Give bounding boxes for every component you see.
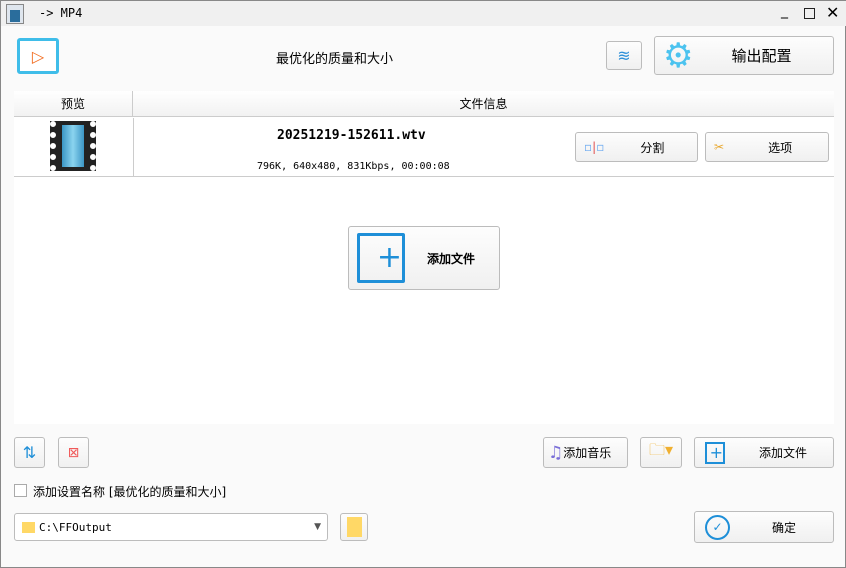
output-config-button[interactable]: ⚙ 输出配置 [654,36,834,75]
minimize-button[interactable]: _ [781,3,788,19]
add-music-button[interactable]: ♫ 添加音乐 [543,437,628,468]
output-path-dropdown[interactable]: C:\FFOutput ▼ [14,513,328,541]
add-folder-button[interactable]: 🗀▾ [640,437,682,468]
video-format-icon: ▷ [17,38,59,74]
options-button[interactable]: ✂ 选项 [705,132,829,162]
add-file-button[interactable]: + 添加文件 [694,437,834,468]
sort-button[interactable]: ⇅ [14,437,45,468]
ok-button[interactable]: ✓ 确定 [694,511,834,543]
file-list: 预览 文件信息 20251219-152611.wtv 796K, 640x48… [14,91,834,424]
video-thumbnail-icon [50,121,96,171]
split-icon: ▫|▫ [584,140,605,154]
preset-name: 最优化的质量和大小 [276,52,394,67]
folder-icon [22,521,35,533]
table-row[interactable]: 20251219-152611.wtv 796K, 640x480, 831Kb… [14,118,834,177]
column-header-preview: 预览 [14,91,133,117]
maximize-button[interactable] [804,8,815,19]
file-name: 20251219-152611.wtv [277,128,426,143]
chevron-down-icon: ▼ [314,522,321,532]
add-name-label: 添加设置名称 [最优化的质量和大小] [33,485,227,499]
file-info: 796K, 640x480, 831Kbps, 00:00:08 [257,161,450,172]
gear-icon: ⚙ [663,35,694,76]
browse-folder-button[interactable] [340,513,368,541]
music-icon: ♫ [548,442,564,463]
title-bar: -> MP4 _ ✕ [1,1,846,26]
scissors-icon: ✂ [714,140,725,154]
add-name-checkbox[interactable] [14,484,27,497]
sort-icon: ⇅ [22,443,37,462]
folder-icon [346,517,362,537]
folder-plus-icon: 🗀▾ [648,440,674,459]
window-title: -> MP4 [39,6,83,20]
add-file-icon: + [357,233,405,283]
layers-icon: ≋ [617,46,631,65]
app-icon [6,4,24,24]
remove-button[interactable]: ⊠ [58,437,89,468]
add-file-center-button[interactable]: + 添加文件 [348,226,500,290]
column-header-file-info: 文件信息 [133,91,834,117]
add-file-icon: + [705,441,725,464]
remove-icon: ⊠ [67,444,80,461]
split-button[interactable]: ▫|▫ 分割 [575,132,698,162]
checkmark-icon: ✓ [705,514,730,540]
layers-button[interactable]: ≋ [606,41,642,70]
close-button[interactable]: ✕ [826,3,839,22]
output-config-label: 输出配置 [731,47,792,65]
